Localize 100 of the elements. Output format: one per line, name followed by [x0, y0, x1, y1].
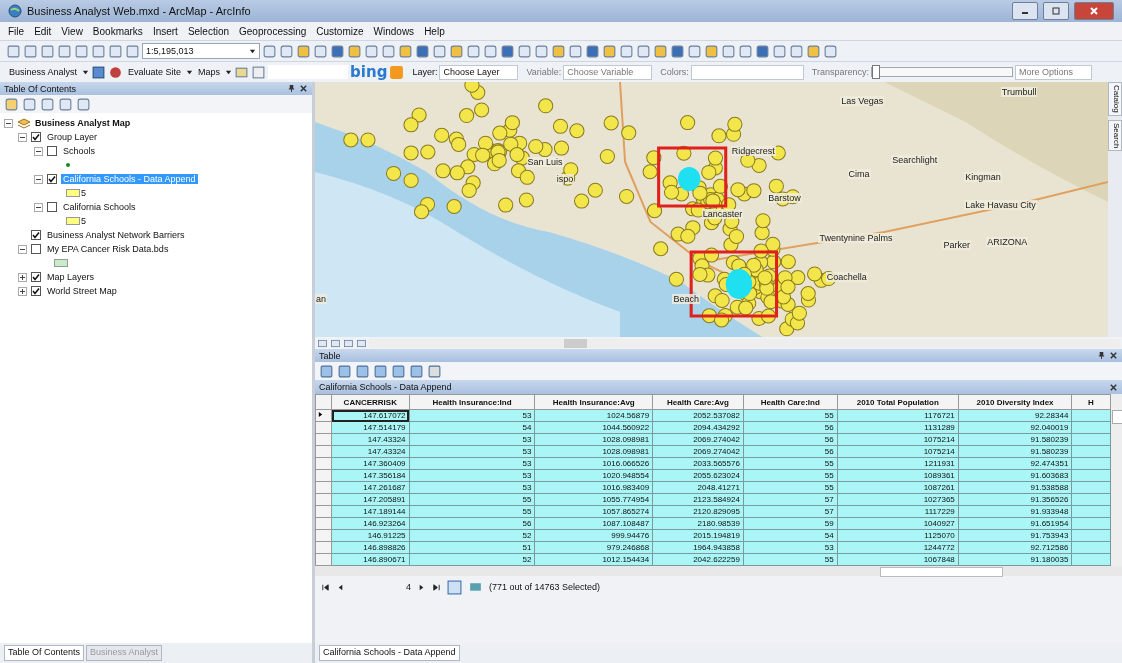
menu-item[interactable]: Geoprocessing — [239, 25, 307, 37]
layer-checkbox[interactable] — [47, 146, 57, 156]
layer-name[interactable]: Group Layer — [45, 132, 100, 142]
toolbar-icon[interactable] — [636, 43, 651, 59]
layer-checkbox[interactable] — [31, 286, 41, 296]
last-record-icon[interactable] — [432, 582, 441, 592]
toolbar-icon[interactable] — [449, 43, 464, 59]
toc-view-icon[interactable] — [22, 96, 37, 112]
map-name[interactable]: Business Analyst Map — [35, 118, 131, 128]
layer-checkbox[interactable] — [31, 132, 41, 142]
toolbar-icon[interactable] — [91, 43, 106, 59]
column-header[interactable]: 2010 Total Population — [837, 394, 959, 410]
layer-checkbox[interactable] — [31, 244, 41, 254]
variable-dropdown[interactable]: Choose Variable — [563, 64, 653, 80]
toolbar-icon[interactable] — [296, 43, 311, 59]
scrollbar[interactable] — [315, 566, 1122, 576]
column-header[interactable]: 2010 Diversity Index — [958, 394, 1072, 410]
toolbar-icon[interactable] — [738, 43, 753, 59]
menu-item[interactable]: File — [8, 25, 25, 37]
layer-name[interactable]: World Street Map — [45, 286, 119, 296]
pin-icon[interactable] — [1097, 351, 1106, 360]
bing-icon[interactable] — [389, 64, 405, 80]
toc-view-icon[interactable] — [40, 96, 55, 112]
colors-dropdown[interactable] — [690, 64, 804, 80]
collapse-icon[interactable] — [4, 118, 13, 128]
caret-icon[interactable] — [225, 68, 233, 76]
menu-item[interactable]: View — [61, 25, 83, 37]
scrollbar[interactable] — [369, 338, 1120, 348]
first-record-icon[interactable] — [321, 582, 330, 592]
toolbar-icon[interactable] — [755, 43, 770, 59]
toolbar-icon[interactable] — [534, 43, 549, 59]
toolbar-icon[interactable] — [23, 43, 38, 59]
business-analyst-menu[interactable]: Business Analyst — [6, 67, 81, 77]
layer-dropdown[interactable]: Choose Layer — [439, 64, 519, 80]
expand-toggle-icon[interactable] — [34, 146, 43, 156]
pane-tab[interactable]: Table Of Contents — [4, 645, 85, 661]
table-tool-icon[interactable] — [409, 363, 424, 379]
table-tool-icon[interactable] — [319, 363, 334, 379]
toolbar-icon[interactable] — [789, 43, 804, 59]
toolbar-icon[interactable] — [364, 43, 379, 59]
toolbar-icon[interactable] — [398, 43, 413, 59]
menu-item[interactable]: Windows — [373, 25, 415, 37]
menu-item[interactable]: Help — [424, 25, 445, 37]
record-field[interactable]: 4 — [351, 582, 411, 592]
scale-field[interactable]: 1:5,195,013 — [142, 43, 260, 59]
more-options-dropdown[interactable]: More Options — [1014, 64, 1092, 80]
toolbar-icon[interactable] — [602, 43, 617, 59]
toolbar-icon[interactable] — [279, 43, 294, 59]
toolbar-icon[interactable] — [823, 43, 838, 59]
column-header[interactable]: Health Care:Ind — [743, 394, 838, 410]
table-tool-icon[interactable] — [373, 363, 388, 379]
previous-record-icon[interactable] — [336, 582, 345, 592]
expand-toggle-icon[interactable] — [34, 202, 43, 212]
toolbar-icon[interactable] — [262, 43, 277, 59]
toolbar-icon[interactable] — [313, 43, 328, 59]
caret-icon[interactable] — [82, 68, 90, 76]
table-tab[interactable]: California Schools - Data Append — [319, 645, 460, 661]
show-all-icon[interactable] — [447, 579, 462, 595]
toolbar-icon[interactable] — [40, 43, 55, 59]
layer-checkbox[interactable] — [47, 202, 57, 212]
side-tab[interactable]: Search — [1108, 119, 1122, 151]
column-header[interactable]: H — [1071, 394, 1111, 410]
toolbar-icon[interactable] — [57, 43, 72, 59]
close-icon[interactable] — [299, 84, 308, 93]
toolbar-icon[interactable] — [772, 43, 787, 59]
close-icon[interactable] — [1109, 382, 1118, 392]
menu-item[interactable]: Bookmarks — [92, 25, 143, 37]
column-header[interactable]: Health Care:Avg — [652, 394, 744, 410]
toolbar-icon[interactable] — [108, 64, 124, 80]
toolbar-icon[interactable] — [551, 43, 566, 59]
table-tool-icon[interactable] — [391, 363, 406, 379]
maps-menu[interactable]: Maps — [195, 67, 224, 77]
toolbar-icon[interactable] — [568, 43, 583, 59]
expand-toggle-icon[interactable] — [18, 244, 27, 254]
toolbar-icon[interactable] — [585, 43, 600, 59]
expand-toggle-icon[interactable] — [18, 132, 27, 142]
layer-name[interactable]: My EPA Cancer Risk Data.bds — [45, 244, 171, 254]
layer-checkbox[interactable] — [31, 230, 41, 240]
toc-view-icon[interactable] — [76, 96, 91, 112]
column-header[interactable]: Health Insurance:Avg — [534, 394, 653, 410]
toolbar-icon[interactable] — [653, 43, 668, 59]
view-icon[interactable] — [330, 337, 341, 349]
view-icon[interactable] — [356, 337, 367, 349]
expand-toggle-icon[interactable] — [18, 286, 27, 296]
next-record-icon[interactable] — [417, 582, 426, 592]
maximize-icon[interactable] — [1051, 6, 1061, 16]
table-tool-icon[interactable] — [355, 363, 370, 379]
caret-icon[interactable] — [249, 47, 256, 55]
toolbar-icon[interactable] — [704, 43, 719, 59]
layer-name[interactable]: Map Layers — [45, 272, 97, 282]
toolbar-icon[interactable] — [330, 43, 345, 59]
toolbar-icon[interactable] — [619, 43, 634, 59]
toolbar-icon[interactable] — [415, 43, 430, 59]
side-tab[interactable]: Catalog — [1108, 82, 1122, 116]
toolbar-icon[interactable] — [670, 43, 685, 59]
layer-name[interactable]: California Schools — [61, 202, 138, 212]
toolbar-icon[interactable] — [483, 43, 498, 59]
menu-item[interactable]: Selection — [187, 25, 230, 37]
table-tool-icon[interactable] — [337, 363, 352, 379]
toolbar-icon[interactable] — [125, 43, 140, 59]
